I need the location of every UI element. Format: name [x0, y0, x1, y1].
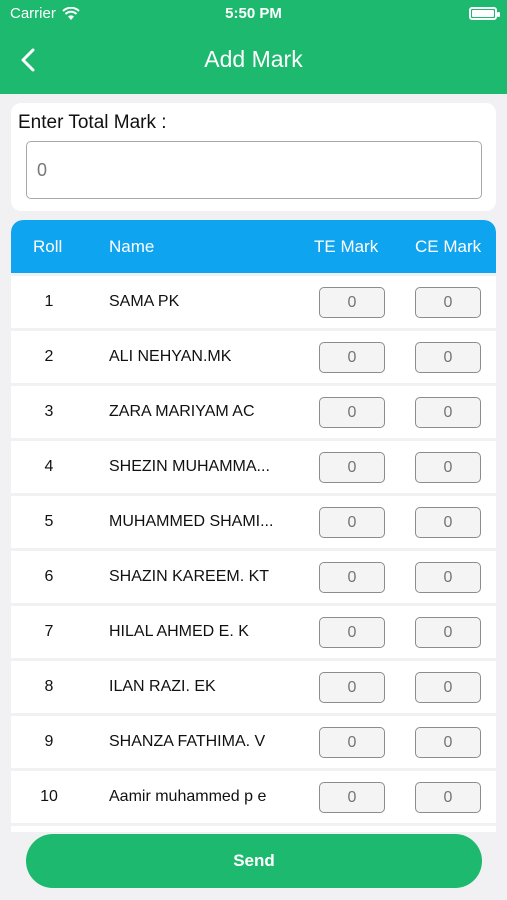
student-name: SHANZA FATHIMA. V	[109, 733, 266, 750]
te-mark-input[interactable]	[319, 727, 385, 758]
student-name: SHAZIN KAREEM. KT	[109, 568, 270, 585]
roll-number: 5	[44, 513, 54, 530]
te-mark-input[interactable]	[319, 452, 385, 483]
status-time: 5:50 PM	[225, 5, 282, 22]
roll-number: 8	[44, 678, 54, 695]
column-name: Name	[109, 237, 155, 256]
status-bar: Carrier 5:50 PM	[0, 0, 507, 28]
table-row: 1 SAMA PK	[11, 276, 496, 328]
total-mark-card: Enter Total Mark :	[11, 103, 496, 211]
te-mark-input[interactable]	[319, 672, 385, 703]
student-name: Aamir muhammed p e	[109, 788, 267, 805]
total-mark-input[interactable]	[26, 141, 482, 199]
roll-number: 9	[44, 733, 54, 750]
te-mark-input[interactable]	[319, 397, 385, 428]
table-row-partial	[11, 826, 496, 832]
top-bar: Carrier 5:50 PM Add Mark	[0, 0, 507, 94]
student-name: SAMA PK	[109, 293, 180, 310]
te-mark-input[interactable]	[319, 782, 385, 813]
roll-number: 1	[44, 293, 54, 310]
ce-mark-input[interactable]	[415, 672, 481, 703]
table-row: 6 SHAZIN KAREEM. KT	[11, 551, 496, 603]
te-mark-input[interactable]	[319, 617, 385, 648]
student-name: SHEZIN MUHAMMA...	[109, 458, 270, 475]
student-name: ILAN RAZI. EK	[109, 678, 216, 695]
ce-mark-input[interactable]	[415, 782, 481, 813]
send-button[interactable]: Send	[26, 834, 482, 888]
column-roll: Roll	[33, 237, 63, 256]
student-name: MUHAMMED SHAMI...	[109, 513, 274, 530]
student-name: ALI NEHYAN.MK	[109, 348, 232, 365]
ce-mark-input[interactable]	[415, 397, 481, 428]
total-mark-label: Enter Total Mark :	[18, 112, 167, 133]
roll-number: 3	[44, 403, 54, 420]
ce-mark-input[interactable]	[415, 452, 481, 483]
navigation-bar: Add Mark	[0, 30, 507, 90]
table-row: 4 SHEZIN MUHAMMA...	[11, 441, 496, 493]
ce-mark-input[interactable]	[415, 342, 481, 373]
column-ce-mark: CE Mark	[415, 237, 482, 256]
table-row: 2 ALI NEHYAN.MK	[11, 331, 496, 383]
page-title: Add Mark	[204, 46, 303, 72]
ce-mark-input[interactable]	[415, 562, 481, 593]
ce-mark-input[interactable]	[415, 727, 481, 758]
table-row: 9 SHANZA FATHIMA. V	[11, 716, 496, 768]
roll-number: 10	[40, 788, 58, 805]
table-row: 8 ILAN RAZI. EK	[11, 661, 496, 713]
student-name: HILAL AHMED E. K	[109, 623, 249, 640]
ce-mark-input[interactable]	[415, 287, 481, 318]
table-row: 10 Aamir muhammed p e	[11, 771, 496, 823]
battery-icon	[469, 7, 500, 20]
column-te-mark: TE Mark	[314, 237, 379, 256]
table-row: 7 HILAL AHMED E. K	[11, 606, 496, 658]
table-row: 5 MUHAMMED SHAMI...	[11, 496, 496, 548]
table-header: Roll Name TE Mark CE Mark	[11, 220, 496, 273]
ce-mark-input[interactable]	[415, 617, 481, 648]
roll-number: 7	[44, 623, 54, 640]
roll-number: 6	[44, 568, 54, 585]
te-mark-input[interactable]	[319, 342, 385, 373]
table-row: 3 ZARA MARIYAM AC	[11, 386, 496, 438]
roll-number: 4	[44, 458, 54, 475]
student-name: ZARA MARIYAM AC	[109, 403, 255, 420]
te-mark-input[interactable]	[319, 507, 385, 538]
roll-number: 2	[44, 348, 54, 365]
marks-table: Roll Name TE Mark CE Mark 1 SAMA PK 2 AL…	[11, 220, 496, 832]
te-mark-input[interactable]	[319, 562, 385, 593]
te-mark-input[interactable]	[319, 287, 385, 318]
ce-mark-input[interactable]	[415, 507, 481, 538]
